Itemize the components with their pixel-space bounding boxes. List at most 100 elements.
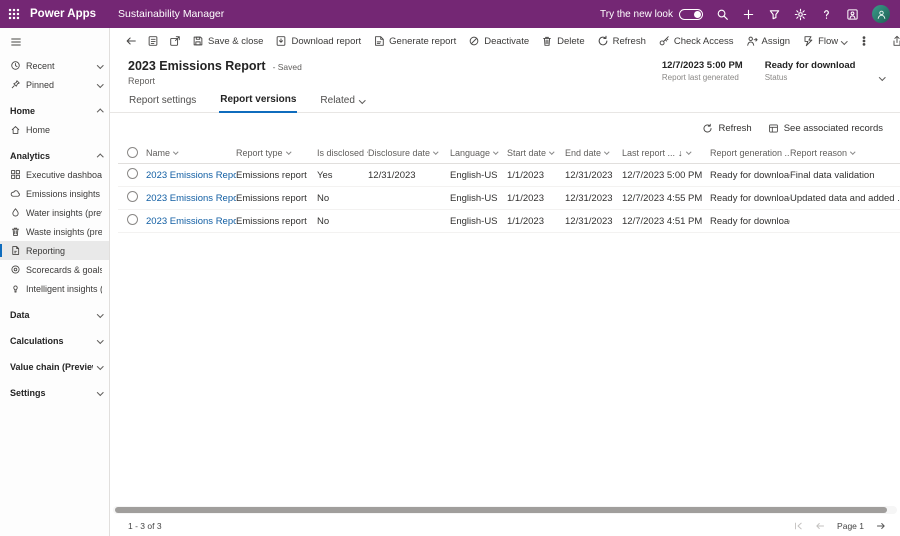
see-associated-records-button[interactable]: See associated records <box>761 120 890 137</box>
chevron-down-icon <box>97 81 103 87</box>
sidebar-group-calculations[interactable]: Calculations <box>0 331 109 350</box>
report-versions-grid: Name Report type Is disclosed Disclosure… <box>110 142 900 233</box>
chevron-down-icon <box>841 38 847 44</box>
column-header-report-generation[interactable]: Report generation ... <box>710 148 790 158</box>
row-select-radio[interactable] <box>127 191 138 202</box>
chevron-down-icon <box>97 337 103 343</box>
assign-button[interactable]: Assign <box>740 32 797 50</box>
previous-page-button[interactable] <box>815 521 825 531</box>
sidebar-group-value-chain[interactable]: Value chain (Preview) <box>0 357 109 376</box>
column-header-last-report[interactable]: Last report ...↓ <box>622 148 710 158</box>
row-select-radio[interactable] <box>127 214 138 225</box>
cell-end-date: 12/31/2023 <box>565 193 622 204</box>
popout-icon[interactable] <box>164 32 186 50</box>
tab-report-settings[interactable]: Report settings <box>128 95 197 112</box>
target-icon <box>10 264 21 275</box>
water-droplet-icon <box>10 207 21 218</box>
sitemap-toggle-button[interactable] <box>0 31 109 56</box>
next-page-button[interactable] <box>876 521 886 531</box>
chevron-up-icon <box>97 154 103 160</box>
check-access-button[interactable]: Check Access <box>652 32 740 50</box>
sidebar-item-reporting[interactable]: Reporting <box>0 241 109 260</box>
filter-icon[interactable] <box>768 8 781 21</box>
sidebar-item-home[interactable]: Home <box>0 120 109 139</box>
waffle-menu-icon[interactable] <box>8 8 20 20</box>
flow-button[interactable]: Flow <box>796 32 853 50</box>
tab-related[interactable]: Related <box>319 95 365 112</box>
deactivate-button[interactable]: Deactivate <box>462 32 535 50</box>
save-and-close-button[interactable]: Save & close <box>186 32 269 50</box>
sidebar-group-data[interactable]: Data <box>0 305 109 324</box>
sidebar-group-home[interactable]: Home <box>0 101 109 120</box>
cell-report-generation: Ready for download <box>710 216 790 227</box>
sidebar-item-water-insights[interactable]: Water insights (previ... <box>0 203 109 222</box>
trash-icon <box>10 226 21 237</box>
column-header-disclosure-date[interactable]: Disclosure date <box>368 148 450 158</box>
column-header-end-date[interactable]: End date <box>565 148 622 158</box>
cell-is-disclosed: Yes <box>317 170 368 181</box>
environment-name[interactable]: Sustainability Manager <box>118 8 224 20</box>
form-tabs: Report settings Report versions Related <box>110 89 900 113</box>
tab-report-versions[interactable]: Report versions <box>219 94 297 113</box>
sidebar-item-waste-insights[interactable]: Waste insights (previ... <box>0 222 109 241</box>
select-all-radio[interactable] <box>127 147 138 158</box>
sidebar-item-emissions-insights[interactable]: Emissions insights <box>0 184 109 203</box>
new-look-toggle[interactable] <box>679 9 703 20</box>
entity-name: Report <box>128 76 302 86</box>
sidebar-item-intelligent-insights[interactable]: Intelligent insights (p... <box>0 279 109 298</box>
column-header-report-reason[interactable]: Report reason <box>790 148 900 158</box>
record-list-icon[interactable] <box>142 32 164 50</box>
help-icon[interactable] <box>820 8 833 21</box>
lightbulb-icon <box>10 283 21 294</box>
chevron-down-icon <box>97 311 103 317</box>
scrollbar-thumb[interactable] <box>115 507 887 513</box>
table-row[interactable]: 2023 Emissions Report Emissions report N… <box>118 210 900 233</box>
chevron-down-icon <box>97 363 103 369</box>
cell-name-link[interactable]: 2023 Emissions Report <box>146 170 236 181</box>
more-commands-icon[interactable] <box>853 32 875 50</box>
table-row[interactable]: 2023 Emissions Report Emissions report Y… <box>118 164 900 187</box>
user-avatar[interactable] <box>872 5 890 23</box>
column-header-language[interactable]: Language <box>450 148 507 158</box>
save-state: - Saved <box>273 62 302 72</box>
add-icon[interactable] <box>742 8 755 21</box>
delete-button[interactable]: Delete <box>535 32 590 50</box>
share-button[interactable]: Share <box>885 32 900 50</box>
header-collapse-chevron[interactable] <box>878 64 887 86</box>
grid-refresh-button[interactable]: Refresh <box>695 120 758 137</box>
download-report-button[interactable]: Download report <box>269 32 367 50</box>
column-header-name[interactable]: Name <box>146 148 236 158</box>
first-page-button[interactable] <box>793 521 803 531</box>
horizontal-scrollbar[interactable] <box>113 506 897 514</box>
chevron-down-icon <box>97 389 103 395</box>
app-name[interactable]: Power Apps <box>30 8 96 20</box>
sidebar-group-settings[interactable]: Settings <box>0 383 109 402</box>
sort-descending-icon: ↓ <box>678 148 683 158</box>
people-icon[interactable] <box>846 8 859 21</box>
cell-name-link[interactable]: 2023 Emissions Report <box>146 193 236 204</box>
search-icon[interactable] <box>716 8 729 21</box>
record-count: 1 - 3 of 3 <box>128 521 162 531</box>
cell-report-reason: Updated data and added ... <box>790 193 900 204</box>
sidebar-item-executive-dashboard[interactable]: Executive dashboard <box>0 165 109 184</box>
clock-icon <box>10 60 21 71</box>
refresh-button[interactable]: Refresh <box>591 32 652 50</box>
sidebar-group-analytics[interactable]: Analytics <box>0 146 109 165</box>
sidebar-item-scorecards-goals[interactable]: Scorecards & goals <box>0 260 109 279</box>
cell-report-type: Emissions report <box>236 216 317 227</box>
table-row[interactable]: 2023 Emissions Report Emissions report N… <box>118 187 900 210</box>
back-button[interactable] <box>120 32 142 50</box>
page-indicator: Page 1 <box>837 521 864 531</box>
column-header-start-date[interactable]: Start date <box>507 148 565 158</box>
grid-status-bar: 1 - 3 of 3 Page 1 <box>110 515 900 536</box>
sidebar-item-recent[interactable]: Recent <box>0 56 109 75</box>
generate-report-button[interactable]: Generate report <box>367 32 462 50</box>
row-select-radio[interactable] <box>127 168 138 179</box>
header-field-status: Ready for download Status <box>765 60 856 82</box>
sidebar-item-label: Recent <box>26 61 93 71</box>
settings-gear-icon[interactable] <box>794 8 807 21</box>
cell-name-link[interactable]: 2023 Emissions Report <box>146 216 236 227</box>
column-header-report-type[interactable]: Report type <box>236 148 317 158</box>
column-header-is-disclosed[interactable]: Is disclosed <box>317 148 368 158</box>
sidebar-item-pinned[interactable]: Pinned <box>0 75 109 94</box>
